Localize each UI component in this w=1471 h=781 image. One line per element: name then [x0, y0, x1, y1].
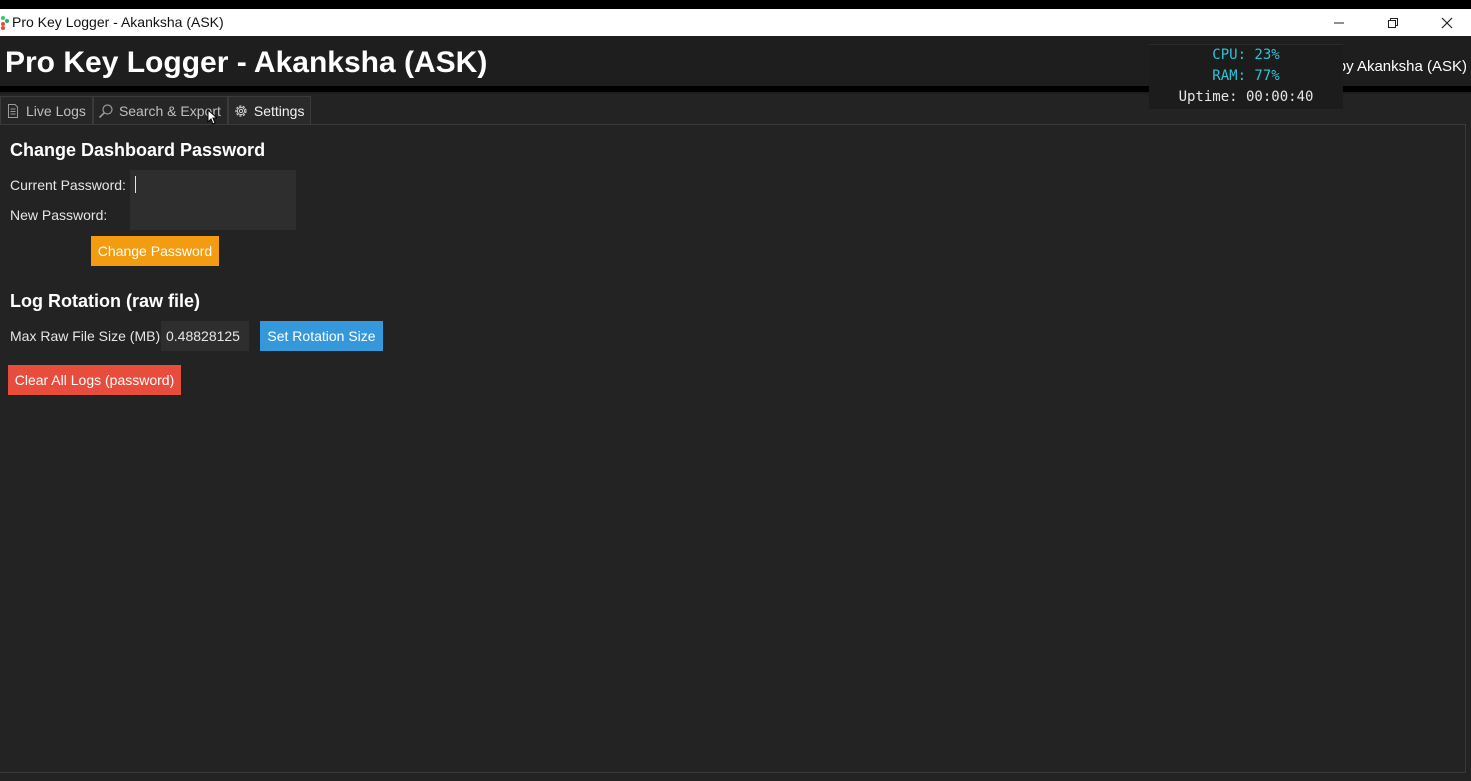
- app-icon: [1, 16, 9, 30]
- max-size-label: Max Raw File Size (MB):: [10, 328, 165, 344]
- minimize-icon: [1334, 22, 1344, 23]
- ram-usage: RAM: 77%: [1212, 68, 1280, 84]
- tab-divider: [0, 124, 1466, 125]
- close-button[interactable]: [1420, 9, 1471, 36]
- tab-settings[interactable]: Settings: [227, 96, 312, 125]
- header-divider: [1343, 86, 1471, 92]
- window-title: Pro Key Logger - Akanksha (ASK): [12, 14, 224, 30]
- tab-live-logs[interactable]: Live Logs: [0, 96, 93, 124]
- change-password-button[interactable]: Change Password: [91, 236, 219, 266]
- cpu-usage: CPU: 23%: [1212, 47, 1280, 63]
- tab-label: Search & Export: [118, 102, 221, 119]
- mouse-pointer-icon: [207, 109, 217, 125]
- app-window: Pro Key Logger - Akanksha (ASK) by Akank…: [0, 36, 1471, 781]
- restore-button[interactable]: [1366, 9, 1420, 36]
- window-titlebar[interactable]: Pro Key Logger - Akanksha (ASK): [0, 9, 1471, 36]
- tab-label: Settings: [253, 103, 305, 119]
- current-password-label: Current Password:: [10, 177, 126, 193]
- screen-edge: [0, 0, 1471, 9]
- tab-bar: Live Logs Search & Export Settings: [0, 96, 312, 125]
- clear-logs-button[interactable]: Clear All Logs (password): [8, 365, 181, 395]
- search-icon: [98, 103, 114, 119]
- tab-label: Live Logs: [26, 102, 86, 119]
- current-password-field[interactable]: [130, 170, 296, 200]
- credit-text: by Akanksha (ASK): [1341, 58, 1467, 75]
- document-icon: [5, 103, 21, 119]
- close-icon: [1441, 17, 1453, 28]
- max-size-field[interactable]: [161, 321, 249, 351]
- new-password-label: New Password:: [10, 207, 108, 223]
- panel-border: [0, 772, 1466, 773]
- page-title: Pro Key Logger - Akanksha (ASK): [5, 46, 488, 79]
- restore-icon: [1388, 17, 1398, 28]
- system-stats-panel: CPU: 23% RAM: 77% Uptime: 00:00:40: [1149, 44, 1343, 109]
- password-section-title: Change Dashboard Password: [10, 140, 266, 160]
- panel-border: [1465, 124, 1466, 772]
- header-divider: [0, 86, 1149, 92]
- minimize-button[interactable]: [1312, 9, 1366, 36]
- set-rotation-button[interactable]: Set Rotation Size: [260, 321, 383, 351]
- rotation-section-title: Log Rotation (raw file): [10, 291, 200, 311]
- text-caret: [135, 176, 136, 193]
- gear-icon: [233, 103, 249, 119]
- uptime: Uptime: 00:00:40: [1178, 89, 1314, 105]
- new-password-field[interactable]: [130, 200, 296, 230]
